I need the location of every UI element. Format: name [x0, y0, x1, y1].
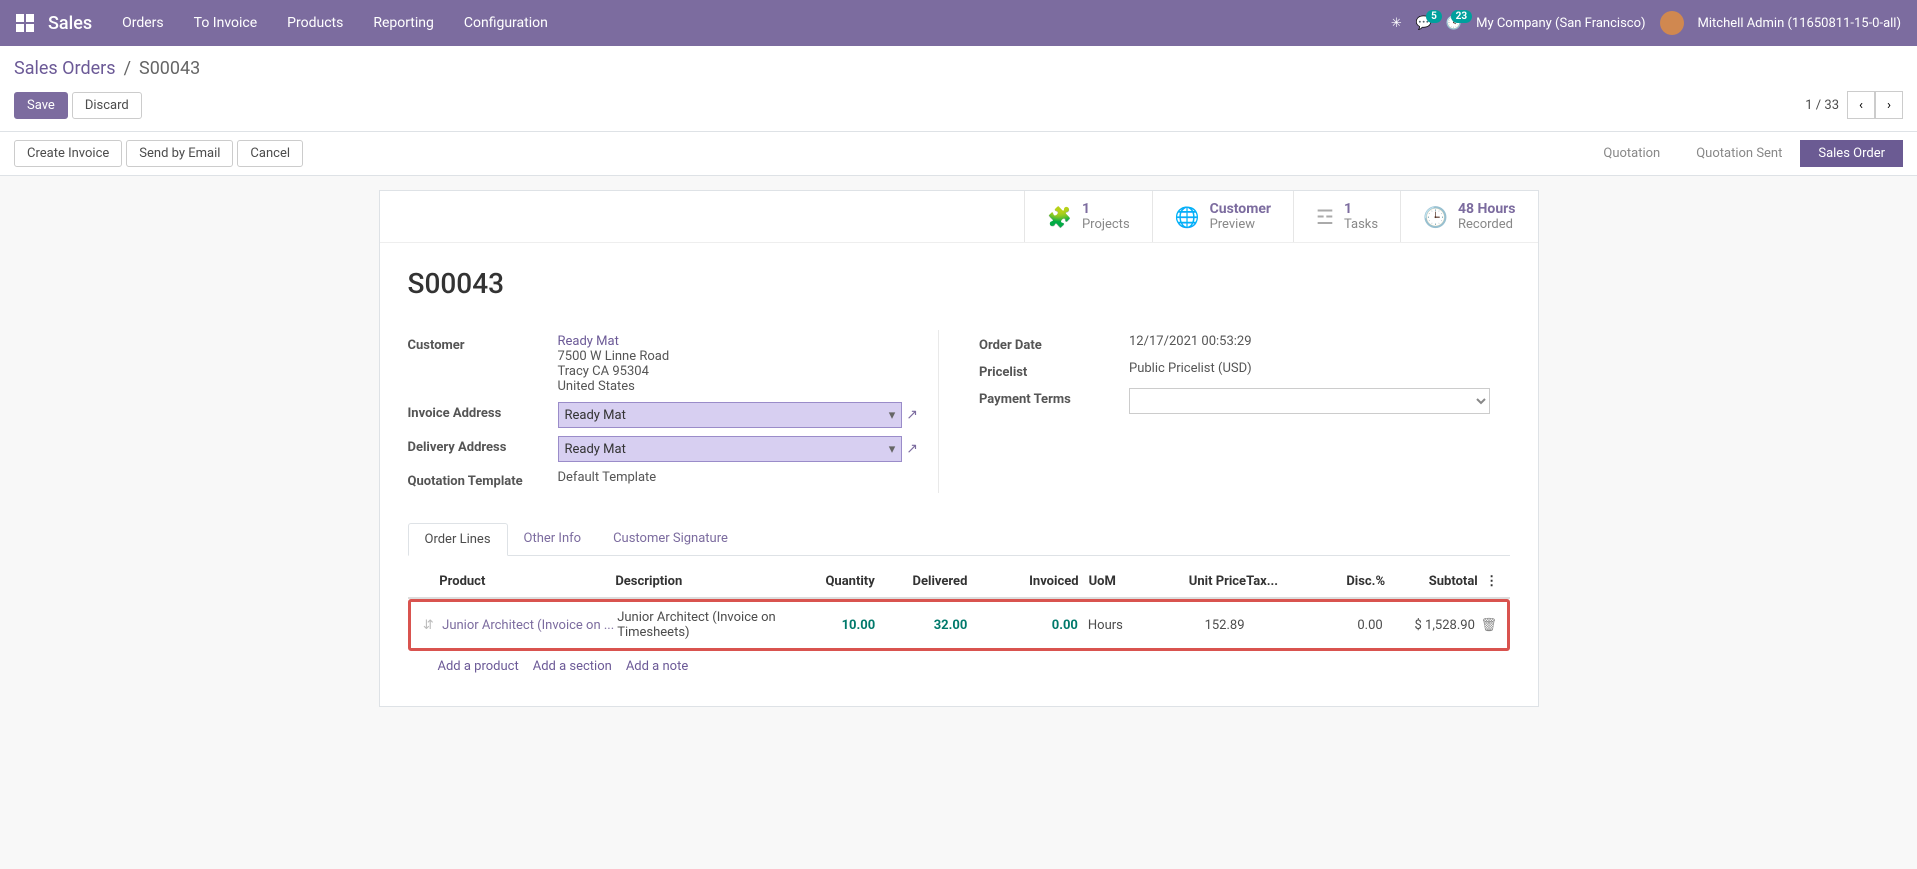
- col-quantity[interactable]: Quantity: [801, 574, 875, 589]
- order-lines-grid: Product Description Quantity Delivered I…: [408, 566, 1510, 682]
- col-discount[interactable]: Disc.%: [1311, 574, 1385, 589]
- tasks-icon: ☲: [1316, 205, 1334, 229]
- kebab-icon[interactable]: ⋮: [1478, 574, 1506, 589]
- delivery-address-input[interactable]: Ready Mat ▾: [558, 436, 903, 462]
- label-customer: Customer: [408, 334, 558, 353]
- quotation-template-value[interactable]: Default Template: [558, 470, 919, 485]
- line-uom[interactable]: Hours: [1078, 618, 1153, 633]
- line-invoiced[interactable]: 0.00: [967, 618, 1078, 633]
- col-unit-price[interactable]: Unit Price: [1153, 574, 1246, 589]
- pricelist-value[interactable]: Public Pricelist (USD): [1129, 361, 1490, 376]
- pager-prev[interactable]: ‹: [1847, 91, 1875, 119]
- status-quotation-sent[interactable]: Quotation Sent: [1678, 140, 1800, 167]
- module-title[interactable]: Sales: [48, 13, 92, 34]
- pager: 1 / 33 ‹ ›: [1805, 91, 1903, 119]
- activities-icon[interactable]: 🕓23: [1446, 16, 1462, 31]
- cancel-button[interactable]: Cancel: [237, 140, 303, 167]
- puzzle-icon: 🧩: [1047, 205, 1072, 229]
- line-discount[interactable]: 0.00: [1309, 618, 1383, 633]
- label-delivery-address: Delivery Address: [408, 436, 558, 455]
- menu-reporting[interactable]: Reporting: [373, 15, 434, 31]
- control-panel: Sales Orders / S00043 Save Discard 1 / 3…: [0, 46, 1917, 132]
- line-description[interactable]: Junior Architect (Invoice on Timesheets): [617, 610, 801, 640]
- pager-text[interactable]: 1 / 33: [1805, 98, 1839, 113]
- menu-orders[interactable]: Orders: [122, 15, 164, 31]
- col-description[interactable]: Description: [615, 574, 800, 589]
- user-name[interactable]: Mitchell Admin (11650811-15-0-all): [1698, 16, 1901, 31]
- status-sales-order[interactable]: Sales Order: [1800, 140, 1903, 167]
- add-section-link[interactable]: Add a section: [533, 659, 612, 674]
- line-product[interactable]: Junior Architect (Invoice on ...: [442, 618, 617, 633]
- messages-icon[interactable]: 💬5: [1416, 16, 1432, 31]
- invoice-address-input[interactable]: Ready Mat ▾: [558, 402, 903, 428]
- create-invoice-button[interactable]: Create Invoice: [14, 140, 122, 167]
- customer-country: United States: [558, 379, 635, 394]
- chevron-down-icon: ▾: [889, 408, 896, 423]
- external-link-icon[interactable]: ↗: [906, 407, 918, 423]
- col-delivered[interactable]: Delivered: [875, 574, 968, 589]
- add-row-actions: Add a product Add a section Add a note: [408, 651, 1510, 682]
- menu-products[interactable]: Products: [287, 15, 343, 31]
- col-subtotal[interactable]: Subtotal: [1385, 574, 1478, 589]
- debug-icon[interactable]: ✳: [1391, 16, 1402, 31]
- grid-header: Product Description Quantity Delivered I…: [408, 566, 1510, 599]
- main-menu: Orders To Invoice Products Reporting Con…: [122, 15, 548, 31]
- tab-other-info[interactable]: Other Info: [508, 523, 598, 555]
- stat-buttons: 🧩 1Projects 🌐 CustomerPreview ☲ 1Tasks 🕒…: [380, 191, 1538, 243]
- add-product-link[interactable]: Add a product: [438, 659, 519, 674]
- form-sheet: 🧩 1Projects 🌐 CustomerPreview ☲ 1Tasks 🕒…: [379, 190, 1539, 707]
- breadcrumb: Sales Orders / S00043: [14, 58, 1903, 79]
- send-by-email-button[interactable]: Send by Email: [126, 140, 233, 167]
- customer-city: Tracy CA 95304: [558, 364, 649, 379]
- customer-street: 7500 W Linne Road: [558, 349, 670, 364]
- col-tax[interactable]: Tax...: [1246, 574, 1311, 589]
- status-bar: Quotation Quotation Sent Sales Order: [1585, 140, 1903, 167]
- external-link-icon[interactable]: ↗: [906, 441, 918, 457]
- discard-button[interactable]: Discard: [72, 92, 142, 119]
- drag-handle-icon[interactable]: ⇵: [415, 618, 443, 633]
- label-quotation-template: Quotation Template: [408, 470, 558, 489]
- chevron-down-icon: ▾: [889, 442, 896, 457]
- order-line-row[interactable]: ⇵ Junior Architect (Invoice on ... Junio…: [411, 602, 1507, 648]
- save-button[interactable]: Save: [14, 92, 68, 119]
- label-order-date: Order Date: [979, 334, 1129, 353]
- menu-configuration[interactable]: Configuration: [464, 15, 548, 31]
- breadcrumb-root[interactable]: Sales Orders: [14, 58, 116, 79]
- label-payment-terms: Payment Terms: [979, 388, 1129, 407]
- stat-hours-recorded[interactable]: 🕒 48 HoursRecorded: [1400, 191, 1537, 242]
- order-name: S00043: [408, 267, 1510, 300]
- clock-icon: 🕒: [1423, 205, 1448, 229]
- order-date-value[interactable]: 12/17/2021 00:53:29: [1129, 334, 1490, 349]
- line-subtotal: $ 1,528.90: [1383, 618, 1475, 633]
- tab-order-lines[interactable]: Order Lines: [408, 523, 508, 556]
- label-pricelist: Pricelist: [979, 361, 1129, 380]
- col-invoiced[interactable]: Invoiced: [967, 574, 1078, 589]
- tab-customer-signature[interactable]: Customer Signature: [597, 523, 744, 555]
- customer-link[interactable]: Ready Mat: [558, 334, 619, 349]
- col-uom[interactable]: UoM: [1079, 574, 1154, 589]
- globe-icon: 🌐: [1175, 205, 1200, 229]
- line-quantity[interactable]: 10.00: [801, 618, 875, 633]
- breadcrumb-current: S00043: [139, 58, 200, 79]
- label-invoice-address: Invoice Address: [408, 402, 558, 421]
- top-nav: Sales Orders To Invoice Products Reporti…: [0, 0, 1917, 46]
- pager-next[interactable]: ›: [1875, 91, 1903, 119]
- action-bar: Create Invoice Send by Email Cancel Quot…: [0, 132, 1917, 176]
- line-unit-price[interactable]: 152.89: [1152, 618, 1244, 633]
- stat-tasks[interactable]: ☲ 1Tasks: [1293, 191, 1400, 242]
- menu-to-invoice[interactable]: To Invoice: [194, 15, 258, 31]
- tabs: Order Lines Other Info Customer Signatur…: [408, 523, 1510, 556]
- status-quotation[interactable]: Quotation: [1585, 140, 1678, 167]
- company-switcher[interactable]: My Company (San Francisco): [1476, 16, 1645, 31]
- col-product[interactable]: Product: [439, 574, 615, 589]
- line-delivered[interactable]: 32.00: [875, 618, 967, 633]
- add-note-link[interactable]: Add a note: [626, 659, 688, 674]
- avatar[interactable]: [1660, 11, 1684, 35]
- payment-terms-select[interactable]: [1129, 388, 1490, 414]
- stat-customer-preview[interactable]: 🌐 CustomerPreview: [1152, 191, 1293, 242]
- trash-icon[interactable]: 🗑: [1475, 618, 1503, 633]
- highlighted-row: ⇵ Junior Architect (Invoice on ... Junio…: [408, 599, 1510, 651]
- apps-icon[interactable]: [16, 14, 34, 32]
- stat-projects[interactable]: 🧩 1Projects: [1024, 191, 1152, 242]
